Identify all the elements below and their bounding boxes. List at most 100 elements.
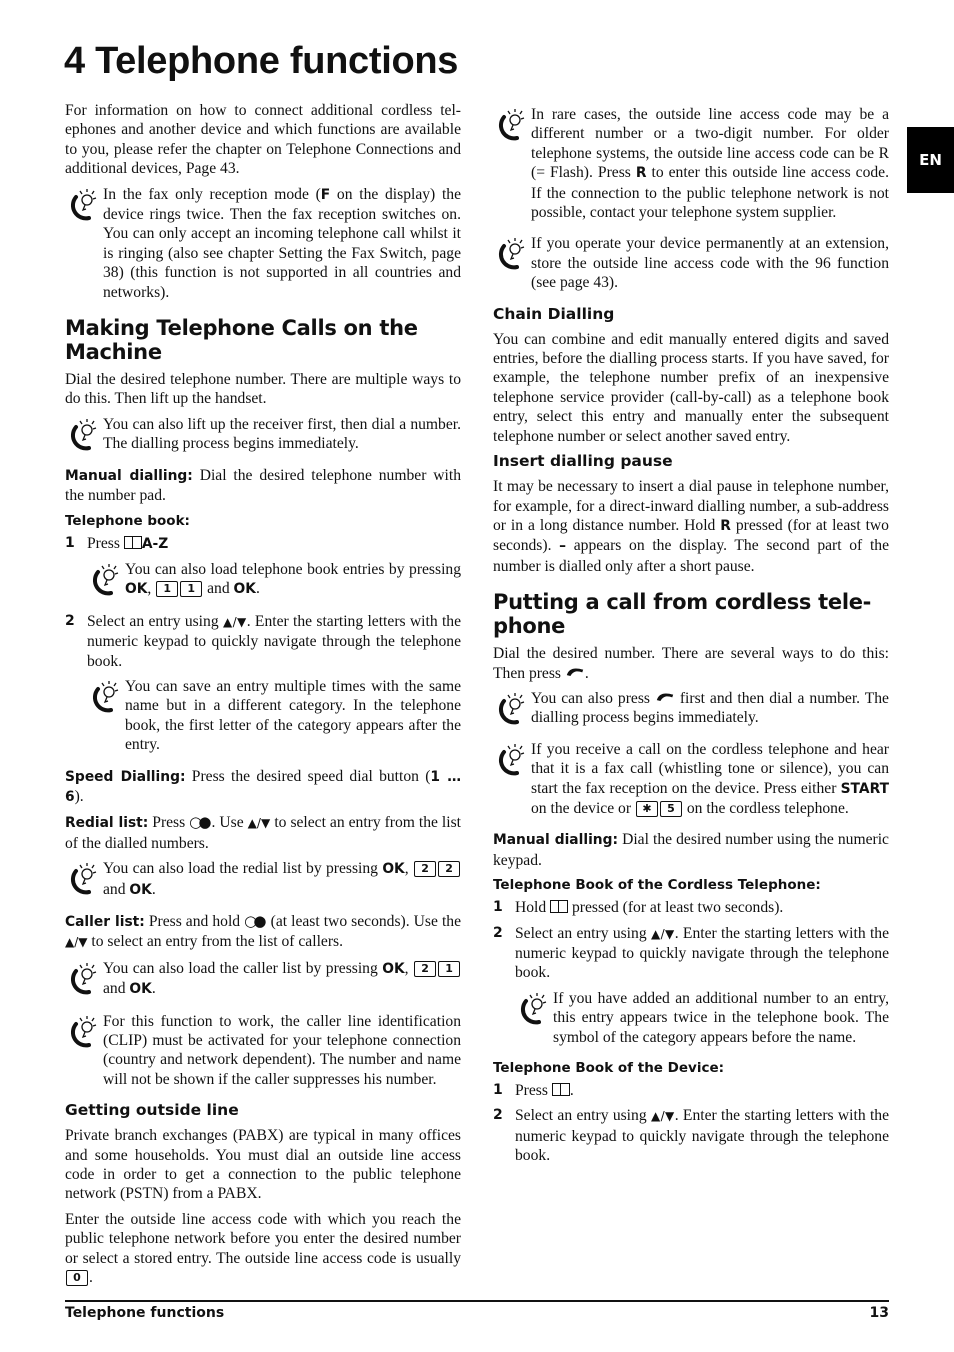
- numbered-step: 2 Select an entry using ▲/▼. Enter the st…: [493, 1106, 889, 1165]
- text-run: You can save an entry multiple times wit…: [125, 677, 461, 754]
- tip-note: For this function to work, the caller li…: [65, 1012, 461, 1090]
- text-run: For information on how to connect additi…: [65, 102, 461, 178]
- text-run: Press and hold: [144, 913, 245, 930]
- keypad-key-icon: 0: [66, 1270, 88, 1287]
- step-number: 1: [65, 534, 75, 551]
- bold-term: Speed Dialling:: [65, 768, 186, 785]
- footer-divider: [65, 1300, 889, 1302]
- phonebook-icon: [551, 1083, 570, 1097]
- subsection-heading: Telephone Book of the Device:: [493, 1060, 725, 1077]
- text-run: .: [584, 664, 589, 682]
- section-heading: Putting a call from cordless tele­phone: [493, 590, 872, 639]
- step-number: 2: [493, 1107, 503, 1124]
- tip-text: If you operate your device permanently a…: [531, 234, 889, 292]
- lightbulb-tip-icon: [87, 560, 125, 598]
- subsection-heading: Telephone Book of the Cordless Telephone…: [493, 877, 821, 894]
- text-run: .: [255, 580, 260, 598]
- step-text: Select an entry using ▲/▼. Enter the sta…: [515, 924, 889, 983]
- tip-text: If you have added an additional number t…: [553, 989, 889, 1047]
- bold-term: Manual dialling:: [65, 467, 193, 484]
- text-run: If you operate your device permanently a…: [531, 235, 889, 292]
- text-run: Hold: [515, 899, 551, 917]
- keypad-key-icon: 2: [414, 861, 437, 878]
- subsection-heading: Getting outside line: [65, 1101, 239, 1120]
- keypad-key-icon: 5: [659, 800, 682, 817]
- keypad-key-icon: 1: [156, 581, 179, 598]
- tip-note: In rare cases, the outside line access c…: [493, 105, 889, 222]
- bold-term: START: [840, 780, 889, 797]
- paragraph: Dial the desired number. There are sever…: [493, 644, 889, 683]
- step-text: Select an entry using ▲/▼. Enter the sta…: [87, 612, 461, 671]
- text-run: on the cordless telephone.: [682, 799, 849, 817]
- paragraph: Private branch exchanges (PABX) are typi…: [65, 1126, 461, 1204]
- text-run: ,: [404, 959, 414, 977]
- keypad-key-icon: 1: [438, 960, 461, 977]
- paragraph: Caller list: Press and hold ○● (at least…: [65, 912, 461, 953]
- text-run: .: [89, 1269, 93, 1287]
- text-run: ,: [404, 860, 414, 878]
- tip-note: You can also load the caller list by pre…: [65, 959, 461, 1000]
- text-run: Press the desired speed dial button (: [185, 767, 431, 785]
- page-title: 4 Telephone functions: [64, 40, 459, 82]
- bold-term: OK: [125, 581, 148, 598]
- lightbulb-tip-icon: [65, 859, 103, 897]
- phonebook-icon: [123, 535, 142, 549]
- numbered-step: 2 Select an entry using ▲/▼. Enter the st…: [493, 924, 889, 983]
- tip-note: If you receive a call on the cordless te…: [493, 740, 889, 819]
- tip-note: You can save an entry multiple times wit…: [87, 677, 461, 755]
- tip-text: You can save an entry multiple times wit…: [125, 677, 461, 755]
- tip-text: You can also load the caller list by pre…: [103, 959, 461, 1000]
- lightbulb-tip-icon: [87, 677, 125, 715]
- tip-text: You can also load telephone book entries…: [125, 560, 461, 600]
- tip-note: You can also load telephone book entries…: [87, 560, 461, 600]
- tip-note: You can also press first and then dial a…: [493, 689, 889, 728]
- text-run: and: [103, 880, 130, 898]
- text-run: and: [103, 980, 130, 998]
- text-run: ).: [74, 787, 84, 805]
- up-down-arrows-icon: ▲/▼: [65, 935, 88, 950]
- subsection-heading: Chain Dialling: [493, 304, 615, 323]
- tip-text: You can also press first and then dial a…: [531, 689, 889, 728]
- subsection-heading: Insert dialling pause: [493, 452, 673, 471]
- bold-term: OK: [129, 881, 152, 898]
- up-down-arrows-icon: ▲/▼: [247, 816, 271, 831]
- text-run: For this function to work, the caller li…: [103, 1012, 461, 1088]
- tip-note: You can also lift up the receiver first,…: [65, 415, 461, 454]
- text-run: If you receive a call on the cordless te…: [531, 740, 889, 797]
- text-run: Dial the desired number. There are sever…: [493, 645, 889, 682]
- subsection-heading: Telephone book:: [65, 512, 190, 529]
- keypad-key-icon: 2: [414, 960, 437, 977]
- section-heading: Making Telephone Calls on the Machine: [65, 316, 418, 365]
- step-text: Press A-Z: [87, 534, 461, 554]
- text-run: .: [151, 980, 156, 998]
- paragraph: Manual dialling: Dial the desired number…: [493, 830, 889, 870]
- up-down-arrows-icon: ▲/▼: [650, 926, 675, 941]
- paragraph: Redial list: Press ○●. Use ▲/▼ to select…: [65, 813, 461, 853]
- paragraph: You can combine and edit manually entere…: [493, 330, 889, 446]
- tip-text: You can also lift up the receiver first,…: [103, 415, 461, 454]
- tip-note: If you operate your device permanently a…: [493, 234, 889, 292]
- phonebook-icon: [550, 900, 569, 914]
- tip-text: You can also load the redial list by pre…: [103, 859, 461, 900]
- paragraph: For information on how to connect additi…: [65, 101, 461, 179]
- bold-term: Redial list:: [65, 815, 149, 832]
- step-number: 1: [493, 1082, 503, 1099]
- right-column: In rare cases, the outside line access c…: [493, 101, 889, 1172]
- redial-icon: ○●: [244, 912, 267, 930]
- text-run: You can also lift up the receiver first,…: [103, 415, 461, 453]
- text-run: Press: [148, 814, 190, 832]
- keypad-key-icon: ✱: [635, 800, 658, 817]
- bold-term: R: [635, 165, 647, 182]
- text-run: You can combine and edit manually entere…: [493, 330, 889, 445]
- text-run: In the fax only reception mode (: [103, 185, 321, 203]
- text-run: ,: [147, 580, 156, 598]
- text-run: Press: [87, 534, 124, 552]
- tip-text: For this function to work, the caller li…: [103, 1012, 461, 1090]
- lightbulb-tip-icon: [65, 959, 103, 997]
- left-column: For information on how to connect additi…: [65, 101, 461, 1294]
- text-run: You can also load the redial list by pre…: [103, 860, 383, 878]
- footer-page-number: 13: [869, 1305, 889, 1321]
- numbered-step: 2 Select an entry using ▲/▼. Enter the st…: [65, 612, 461, 671]
- text-run: Dial the desired telephone number. There…: [65, 371, 461, 408]
- bold-term: Manual dialling:: [493, 832, 619, 849]
